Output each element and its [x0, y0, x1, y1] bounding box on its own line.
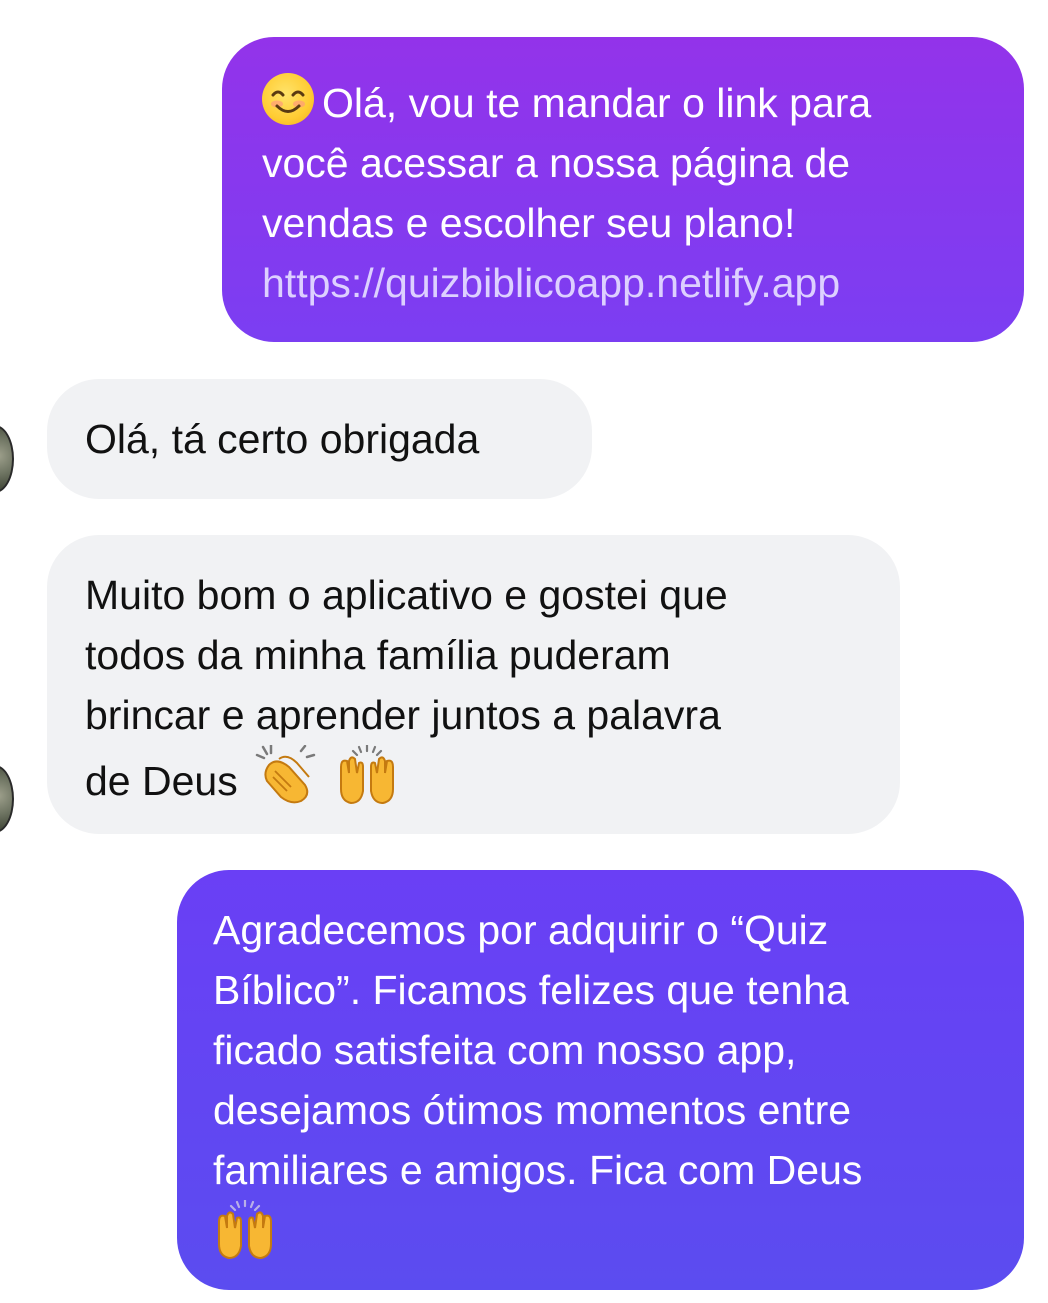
- raising-hands-icon: [213, 1198, 277, 1276]
- message-text: de Deus: [85, 758, 238, 804]
- incoming-message-bubble[interactable]: Muito bom o aplicativo e gostei que todo…: [47, 535, 900, 834]
- message-line: vendas e escolher seu plano!: [262, 200, 796, 246]
- message-line: Muito bom o aplicativo e gostei que: [85, 572, 728, 618]
- message-line: todos da minha família puderam: [85, 632, 671, 678]
- outgoing-message-bubble[interactable]: Agradecemos por adquirir o “Quiz Bíblico…: [177, 870, 1024, 1290]
- raising-hands-icon: [335, 743, 399, 821]
- clapping-hands-icon: [255, 743, 317, 821]
- incoming-message-bubble[interactable]: Olá, tá certo obrigada: [47, 379, 592, 499]
- contact-avatar[interactable]: [0, 425, 14, 493]
- message-line: ficado satisfeita com nosso app,: [213, 1027, 797, 1073]
- message-line: Olá, vou te mandar o link para: [262, 73, 984, 133]
- smiling-face-icon: [262, 73, 314, 125]
- message-line: Bíblico”. Ficamos felizes que tenha: [213, 967, 849, 1013]
- message-line: desejamos ótimos momentos entre: [213, 1087, 852, 1133]
- message-line: você acessar a nossa página de: [262, 140, 851, 186]
- message-line: Olá, tá certo obrigada: [85, 416, 480, 462]
- outgoing-message-bubble[interactable]: Olá, vou te mandar o link para você aces…: [222, 37, 1024, 342]
- contact-avatar[interactable]: [0, 765, 14, 833]
- message-line: familiares e amigos. Fica com Deus: [213, 1147, 863, 1193]
- message-line: Agradecemos por adquirir o “Quiz: [213, 907, 829, 953]
- message-line: de Deus: [85, 743, 862, 821]
- message-link[interactable]: https://quizbiblicoapp.netlify.app: [262, 253, 984, 313]
- message-line: brincar e aprender juntos a palavra: [85, 692, 721, 738]
- message-text: Olá, vou te mandar o link para: [322, 80, 872, 126]
- message-line: [213, 1198, 988, 1276]
